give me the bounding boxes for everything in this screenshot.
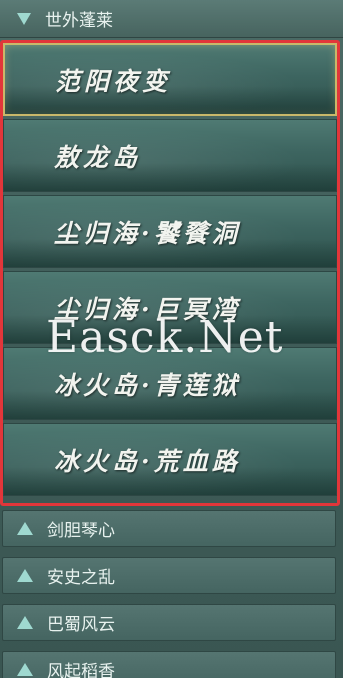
group-header-collapsed[interactable]: 安史之乱 bbox=[2, 557, 336, 594]
group-header-collapsed[interactable]: 剑胆琴心 bbox=[2, 510, 336, 547]
sub-item-label: 冰火岛·青莲狱 bbox=[54, 370, 241, 400]
collapsed-group-list: 剑胆琴心 安史之乱 巴蜀风云 风起稻香 bbox=[2, 510, 336, 678]
sub-item-label: 范阳夜变 bbox=[55, 66, 172, 96]
dungeon-list-panel: 世外蓬莱 范阳夜变 敖龙岛 尘归海·饕餮洞 尘归海·巨冥湾 冰火岛·青莲狱 冰火… bbox=[0, 0, 343, 678]
group-header-expanded[interactable]: 世外蓬莱 bbox=[0, 0, 343, 38]
triangle-up-icon bbox=[17, 569, 33, 582]
group-header-collapsed[interactable]: 巴蜀风云 bbox=[2, 604, 336, 641]
sub-item[interactable]: 尘归海·饕餮洞 bbox=[3, 195, 337, 268]
group-label: 世外蓬莱 bbox=[45, 11, 113, 31]
sub-item[interactable]: 敖龙岛 bbox=[3, 119, 337, 192]
triangle-up-icon bbox=[17, 616, 33, 629]
group-label: 风起稻香 bbox=[47, 662, 115, 678]
sub-item[interactable]: 范阳夜变 bbox=[3, 43, 337, 116]
group-label: 安史之乱 bbox=[47, 568, 115, 588]
sub-item-label: 尘归海·饕餮洞 bbox=[54, 218, 241, 248]
triangle-up-icon bbox=[17, 663, 33, 676]
sub-item[interactable]: 冰火岛·青莲狱 bbox=[3, 347, 337, 420]
sub-item[interactable]: 冰火岛·荒血路 bbox=[3, 423, 337, 496]
sub-item-list: 范阳夜变 敖龙岛 尘归海·饕餮洞 尘归海·巨冥湾 冰火岛·青莲狱 冰火岛·荒血路 bbox=[3, 43, 337, 499]
sub-item-label: 冰火岛·荒血路 bbox=[54, 446, 241, 476]
triangle-down-icon bbox=[17, 12, 31, 25]
group-label: 剑胆琴心 bbox=[47, 521, 115, 541]
triangle-up-icon bbox=[17, 522, 33, 535]
sub-item[interactable]: 尘归海·巨冥湾 bbox=[3, 271, 337, 344]
sub-item-label: 尘归海·巨冥湾 bbox=[54, 294, 241, 324]
sub-item-label: 敖龙岛 bbox=[54, 142, 142, 172]
group-header-collapsed[interactable]: 风起稻香 bbox=[2, 651, 336, 678]
group-label: 巴蜀风云 bbox=[47, 615, 115, 635]
